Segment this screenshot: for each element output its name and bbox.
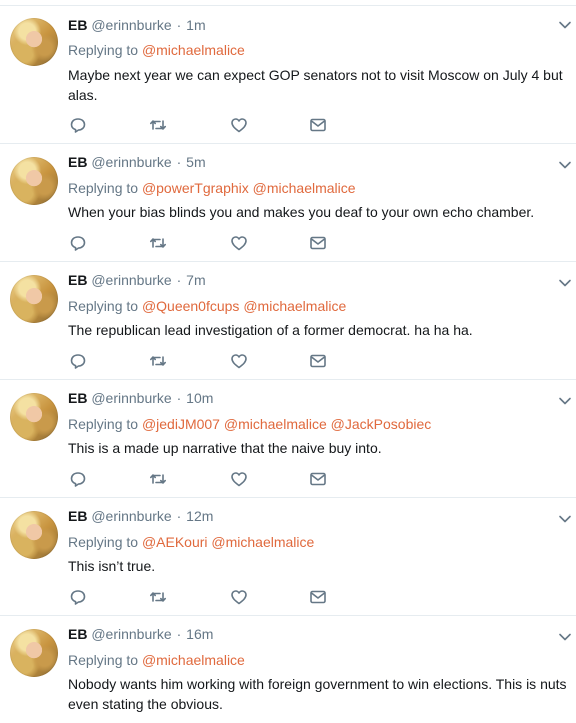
chevron-down-icon[interactable] [558, 394, 572, 408]
display-name[interactable]: EB [68, 508, 87, 524]
reply-icon[interactable] [69, 352, 89, 372]
heart-icon[interactable] [230, 588, 250, 608]
heart-icon[interactable] [230, 116, 250, 136]
timestamp[interactable]: 10m [186, 390, 213, 406]
mention-link[interactable]: @michaelmalice [224, 416, 327, 432]
separator: · [176, 17, 182, 33]
mention-link[interactable]: @jediJM007 [142, 416, 220, 432]
separator: · [176, 626, 182, 642]
tweet-timeline: EB @erinnburke · 1m Replying to @michael… [0, 0, 576, 723]
retweet-icon[interactable] [149, 116, 169, 136]
timestamp[interactable]: 16m [186, 626, 213, 642]
chevron-down-icon[interactable] [558, 630, 572, 644]
tweet-text: Nobody wants him working with foreign go… [68, 676, 567, 712]
separator: · [176, 390, 182, 406]
replying-to: Replying to @jediJM007 @michaelmalice @J… [68, 415, 431, 433]
replying-to: Replying to @Queen0fcups @michaelmalice [68, 297, 346, 315]
replying-to: Replying to @michaelmalice [68, 651, 245, 669]
username[interactable]: @erinnburke [91, 17, 171, 33]
retweet-icon[interactable] [149, 352, 169, 372]
tweet-header: EB @erinnburke · 1m [68, 16, 206, 34]
separator: · [176, 154, 182, 170]
reply-icon[interactable] [69, 234, 89, 254]
tweet-text: Maybe next year we can expect GOP senato… [68, 67, 563, 103]
username[interactable]: @erinnburke [91, 390, 171, 406]
mention-link[interactable]: @Queen0fcups [142, 298, 240, 314]
envelope-icon[interactable] [309, 470, 329, 490]
display-name[interactable]: EB [68, 17, 87, 33]
avatar[interactable] [10, 629, 58, 677]
reply-icon[interactable] [69, 116, 89, 136]
tweet[interactable]: EB @erinnburke · 12m Replying to @AEKour… [0, 497, 576, 615]
mention-link[interactable]: @michaelmalice [243, 298, 346, 314]
tweet[interactable]: EB @erinnburke · 16m Replying to @michae… [0, 615, 576, 723]
replying-to-label: Replying to [68, 180, 139, 196]
heart-icon[interactable] [230, 352, 250, 372]
mention-link[interactable]: @michaelmalice [142, 42, 245, 58]
reply-icon[interactable] [69, 470, 89, 490]
tweet-header: EB @erinnburke · 16m [68, 625, 213, 643]
display-name[interactable]: EB [68, 154, 87, 170]
tweet-text: The republican lead investigation of a f… [68, 322, 473, 338]
replying-to-label: Replying to [68, 652, 139, 668]
replying-to: Replying to @michaelmalice [68, 41, 245, 59]
tweet-header: EB @erinnburke · 10m [68, 389, 213, 407]
timestamp[interactable]: 1m [186, 17, 205, 33]
retweet-icon[interactable] [149, 588, 169, 608]
tweet-header: EB @erinnburke · 5m [68, 153, 206, 171]
reply-icon[interactable] [69, 588, 89, 608]
timestamp[interactable]: 12m [186, 508, 213, 524]
username[interactable]: @erinnburke [91, 508, 171, 524]
separator: · [176, 508, 182, 524]
heart-icon[interactable] [230, 470, 250, 490]
mention-link[interactable]: @michaelmalice [253, 180, 356, 196]
replying-to-label: Replying to [68, 416, 139, 432]
mention-link[interactable]: @JackPosobiec [331, 416, 432, 432]
avatar[interactable] [10, 275, 58, 323]
display-name[interactable]: EB [68, 390, 87, 406]
timestamp[interactable]: 7m [186, 272, 205, 288]
username[interactable]: @erinnburke [91, 626, 171, 642]
avatar[interactable] [10, 511, 58, 559]
replying-to-label: Replying to [68, 42, 139, 58]
chevron-down-icon[interactable] [558, 18, 572, 32]
replying-to-label: Replying to [68, 534, 139, 550]
chevron-down-icon[interactable] [558, 276, 572, 290]
envelope-icon[interactable] [309, 234, 329, 254]
tweet-text: This is a made up narrative that the nai… [68, 440, 382, 456]
tweet-header: EB @erinnburke · 7m [68, 271, 206, 289]
chevron-down-icon[interactable] [558, 158, 572, 172]
retweet-icon[interactable] [149, 234, 169, 254]
chevron-down-icon[interactable] [558, 512, 572, 526]
tweet[interactable]: EB @erinnburke · 7m Replying to @Queen0f… [0, 261, 576, 379]
mention-link[interactable]: @michaelmalice [142, 652, 245, 668]
replying-to-label: Replying to [68, 298, 139, 314]
mention-link[interactable]: @michaelmalice [211, 534, 314, 550]
username[interactable]: @erinnburke [91, 154, 171, 170]
replying-to: Replying to @powerTgraphix @michaelmalic… [68, 179, 356, 197]
envelope-icon[interactable] [309, 116, 329, 136]
display-name[interactable]: EB [68, 272, 87, 288]
heart-icon[interactable] [230, 234, 250, 254]
tweet-text: This isn’t true. [68, 558, 156, 574]
envelope-icon[interactable] [309, 588, 329, 608]
separator: · [176, 272, 182, 288]
envelope-icon[interactable] [309, 352, 329, 372]
retweet-icon[interactable] [149, 470, 169, 490]
replying-to: Replying to @AEKouri @michaelmalice [68, 533, 314, 551]
avatar[interactable] [10, 157, 58, 205]
tweet-text: When your bias blinds you and makes you … [68, 204, 535, 220]
tweet[interactable]: EB @erinnburke · 1m Replying to @michael… [0, 5, 576, 143]
mention-link[interactable]: @powerTgraphix [142, 180, 249, 196]
tweet[interactable]: EB @erinnburke · 10m Replying to @jediJM… [0, 379, 576, 497]
timestamp[interactable]: 5m [186, 154, 205, 170]
username[interactable]: @erinnburke [91, 272, 171, 288]
avatar[interactable] [10, 18, 58, 66]
tweet-header: EB @erinnburke · 12m [68, 507, 213, 525]
avatar[interactable] [10, 393, 58, 441]
tweet[interactable]: EB @erinnburke · 5m Replying to @powerTg… [0, 143, 576, 261]
display-name[interactable]: EB [68, 626, 87, 642]
mention-link[interactable]: @AEKouri [142, 534, 208, 550]
